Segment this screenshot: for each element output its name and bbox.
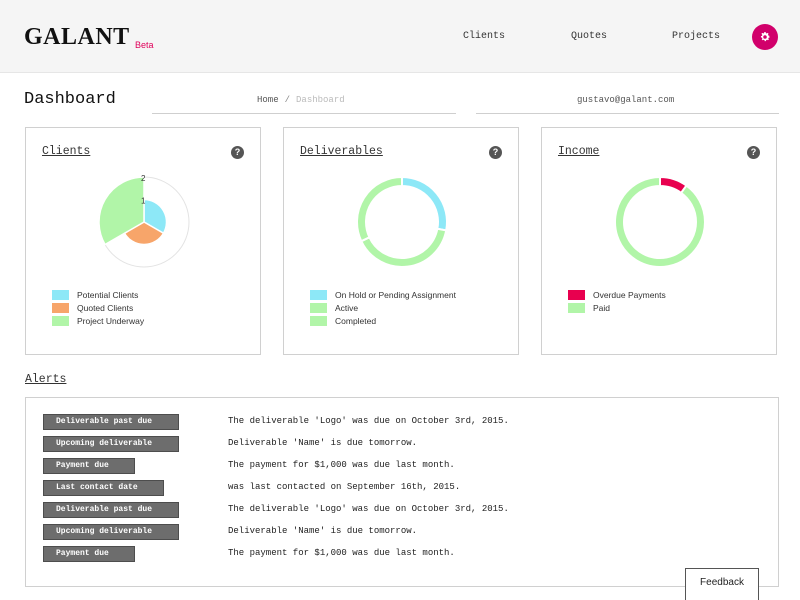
nav-quotes[interactable]: Quotes — [571, 31, 607, 42]
top-navbar: GALANT Beta Clients Quotes Projects — [0, 0, 800, 73]
breadcrumb-home[interactable]: Home — [257, 95, 279, 105]
alert-message: The payment for $1,000 was due last mont… — [228, 460, 455, 470]
deliverables-card: Deliverables ? On Hold or Pending Assign… — [283, 127, 519, 355]
alerts-panel: Deliverable past due The deliverable 'Lo… — [25, 397, 779, 587]
beta-label: Beta — [135, 40, 154, 50]
app-logo[interactable]: GALANT — [24, 24, 130, 51]
help-icon[interactable]: ? — [747, 146, 760, 159]
alert-badge[interactable]: Payment due — [43, 458, 135, 474]
clients-card: Clients ? 12 Potential Clients Quoted Cl… — [25, 127, 261, 355]
gear-icon — [760, 32, 770, 42]
donut-segment[interactable] — [614, 175, 706, 268]
alert-badge[interactable]: Last contact date — [43, 480, 164, 496]
help-icon[interactable]: ? — [489, 146, 502, 159]
deliverables-donut-chart — [356, 175, 448, 268]
user-underline — [476, 113, 779, 114]
settings-button[interactable] — [752, 24, 778, 50]
breadcrumb-separator: / — [284, 95, 291, 105]
nav-clients[interactable]: Clients — [463, 31, 505, 42]
help-icon[interactable]: ? — [231, 146, 244, 159]
legend-swatch-active — [310, 302, 327, 313]
income-card-title[interactable]: Income — [558, 145, 599, 158]
alert-message: Deliverable 'Name' is due tomorrow. — [228, 438, 418, 448]
legend-item: Active — [310, 301, 456, 314]
alert-message: was last contacted on September 16th, 20… — [228, 482, 461, 492]
breadcrumb: Home / Dashboard — [257, 95, 345, 105]
alert-message: The deliverable 'Logo' was due on Octobe… — [228, 504, 509, 514]
legend-label: On Hold or Pending Assignment — [335, 289, 456, 300]
nav-projects[interactable]: Projects — [672, 31, 720, 42]
alert-message: Deliverable 'Name' is due tomorrow. — [228, 526, 418, 536]
legend-label: Overdue Payments — [593, 289, 666, 300]
legend-item: Project Underway — [52, 314, 144, 327]
legend-label: Project Underway — [77, 315, 145, 326]
legend-item: Quoted Clients — [52, 301, 144, 314]
alert-badge[interactable]: Upcoming deliverable — [43, 436, 179, 452]
alert-badge[interactable]: Deliverable past due — [43, 502, 179, 518]
polar-tick-label: 1 — [141, 197, 146, 206]
legend-item: Completed — [310, 314, 456, 327]
breadcrumb-underline — [152, 113, 456, 114]
legend-swatch-quoted — [52, 302, 69, 313]
deliverables-card-title[interactable]: Deliverables — [300, 145, 383, 158]
income-legend: Overdue Payments Paid — [568, 288, 666, 314]
clients-card-title[interactable]: Clients — [42, 145, 90, 158]
clients-polar-chart: 12 — [98, 174, 190, 268]
donut-segment[interactable] — [356, 175, 403, 243]
legend-label: Active — [335, 302, 359, 313]
donut-segment[interactable] — [359, 227, 448, 268]
legend-swatch-potential — [52, 289, 69, 300]
donut-segment[interactable] — [401, 175, 448, 232]
legend-swatch-paid — [568, 302, 585, 313]
legend-item: Potential Clients — [52, 288, 144, 301]
alert-badge[interactable]: Deliverable past due — [43, 414, 179, 430]
polar-tick-label: 2 — [141, 174, 146, 183]
alert-badge[interactable]: Upcoming deliverable — [43, 524, 179, 540]
alert-message: The payment for $1,000 was due last mont… — [228, 548, 455, 558]
legend-item: Paid — [568, 301, 666, 314]
legend-label: Paid — [593, 302, 611, 313]
user-email[interactable]: gustavo@galant.com — [577, 95, 674, 105]
legend-label: Quoted Clients — [77, 302, 134, 313]
legend-swatch-completed — [310, 315, 327, 326]
alert-message: The deliverable 'Logo' was due on Octobe… — [228, 416, 509, 426]
legend-label: Completed — [335, 315, 377, 326]
clients-legend: Potential Clients Quoted Clients Project… — [52, 288, 144, 327]
deliverables-legend: On Hold or Pending Assignment Active Com… — [310, 288, 456, 327]
legend-label: Potential Clients — [77, 289, 139, 300]
alert-badge[interactable]: Payment due — [43, 546, 135, 562]
legend-item: Overdue Payments — [568, 288, 666, 301]
legend-swatch-overdue — [568, 289, 585, 300]
income-card: Income ? Overdue Payments Paid — [541, 127, 777, 355]
page-title: Dashboard — [24, 90, 116, 109]
legend-swatch-underway — [52, 315, 69, 326]
alerts-title: Alerts — [25, 373, 67, 386]
feedback-button[interactable]: Feedback — [685, 568, 759, 600]
legend-swatch-onhold — [310, 289, 327, 300]
breadcrumb-current: Dashboard — [296, 95, 345, 105]
legend-item: On Hold or Pending Assignment — [310, 288, 456, 301]
income-donut-chart — [614, 175, 706, 268]
